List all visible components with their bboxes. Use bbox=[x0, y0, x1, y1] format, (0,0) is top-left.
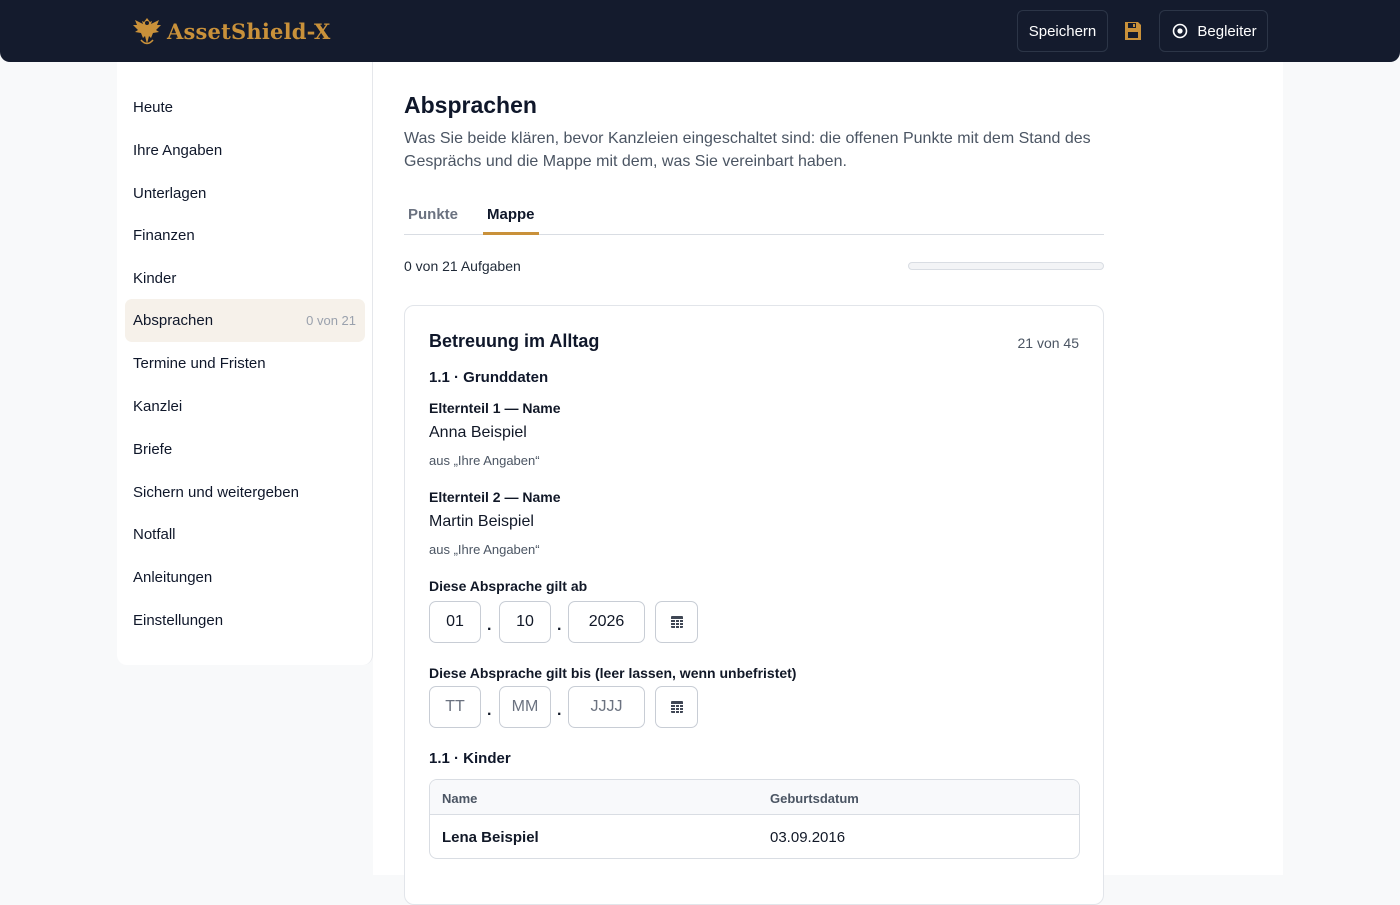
valid-until-calendar-button[interactable] bbox=[655, 686, 698, 728]
sidebar-item-label: Briefe bbox=[133, 441, 173, 458]
date-separator: . bbox=[487, 617, 492, 634]
page-title: Absprachen bbox=[404, 92, 537, 118]
sidebar-item-absprachen[interactable]: Absprachen 0 von 21 bbox=[125, 299, 365, 342]
sidebar-item-notfall[interactable]: Notfall bbox=[125, 513, 365, 556]
eagle-logo-icon bbox=[133, 18, 161, 45]
column-header-birthdate: Geburtsdatum bbox=[770, 791, 859, 806]
agreement-card: Betreuung im Alltag 21 von 45 1.1 · Grun… bbox=[404, 305, 1104, 905]
valid-from-day-input[interactable] bbox=[429, 601, 481, 643]
parent1-label: Elternteil 1 — Name bbox=[429, 400, 561, 416]
main-panel: Absprachen Was Sie beide klären, bevor K… bbox=[373, 62, 1283, 905]
valid-from-calendar-button[interactable] bbox=[655, 601, 698, 643]
date-separator: . bbox=[557, 617, 562, 634]
tab-bar: Punkte Mappe bbox=[404, 200, 1104, 235]
table-row[interactable]: Lena Beispiel 03.09.2016 bbox=[430, 815, 1079, 858]
sidebar-item-label: Termine und Fristen bbox=[133, 355, 266, 372]
sidebar-item-unterlagen[interactable]: Unterlagen bbox=[125, 172, 365, 215]
sidebar-item-einstellungen[interactable]: Einstellungen bbox=[125, 599, 365, 642]
top-bar: AssetShield-X Speichern Begleiter bbox=[0, 0, 1400, 62]
sidebar-item-label: Sichern und weitergeben bbox=[133, 484, 299, 501]
tab-mappe[interactable]: Mappe bbox=[483, 200, 539, 235]
brand-name: AssetShield-X bbox=[167, 18, 331, 44]
calendar-icon bbox=[670, 616, 683, 628]
child-birthdate-cell: 03.09.2016 bbox=[770, 829, 846, 846]
progress-bar bbox=[908, 262, 1104, 270]
sidebar-item-label: Unterlagen bbox=[133, 185, 207, 202]
parent1-value: Anna Beispiel bbox=[429, 424, 527, 441]
column-header-name: Name bbox=[442, 791, 478, 806]
sidebar-item-termine-und-fristen[interactable]: Termine und Fristen bbox=[125, 342, 365, 385]
parent1-source: aus „Ihre Angaben“ bbox=[429, 453, 540, 468]
sidebar-item-ihre-angaben[interactable]: Ihre Angaben bbox=[125, 129, 365, 172]
companion-button[interactable]: Begleiter bbox=[1159, 10, 1268, 52]
floppy-disk-icon[interactable] bbox=[1123, 20, 1143, 42]
section-heading-grunddaten: 1.1 · Grunddaten bbox=[429, 369, 549, 386]
table-header: Name Geburtsdatum bbox=[430, 780, 1079, 815]
valid-from-label: Diese Absprache gilt ab bbox=[429, 578, 588, 594]
tab-punkte[interactable]: Punkte bbox=[404, 200, 462, 235]
sidebar-item-label: Absprachen bbox=[133, 312, 214, 329]
sidebar-item-kinder[interactable]: Kinder bbox=[125, 257, 365, 300]
valid-until-label: Diese Absprache gilt bis (leer lassen, w… bbox=[429, 665, 797, 681]
sidebar-item-sichern-und-weitergeben[interactable]: Sichern und weitergeben bbox=[125, 471, 365, 514]
sidebar-item-label: Finanzen bbox=[133, 227, 195, 244]
valid-from-month-input[interactable] bbox=[499, 601, 551, 643]
page-description: Was Sie beide klären, bevor Kanzleien ei… bbox=[404, 130, 1091, 170]
save-button[interactable]: Speichern bbox=[1017, 10, 1108, 52]
sidebar-nav: Heute Ihre Angaben Unterlagen Finanzen K… bbox=[117, 62, 373, 665]
sidebar-item-label: Kanzlei bbox=[133, 398, 183, 415]
progress-label: 0 von 21 Aufgaben bbox=[404, 258, 521, 274]
valid-until-day-input[interactable] bbox=[429, 686, 481, 728]
parent2-label: Elternteil 2 — Name bbox=[429, 489, 561, 505]
target-circle-icon bbox=[1173, 23, 1188, 39]
kids-table: Name Geburtsdatum Lena Beispiel 03.09.20… bbox=[429, 779, 1080, 859]
sidebar-item-heute[interactable]: Heute bbox=[125, 86, 365, 129]
sidebar-item-label: Anleitungen bbox=[133, 569, 213, 586]
date-separator: . bbox=[557, 702, 562, 719]
companion-button-label: Begleiter bbox=[1197, 22, 1257, 40]
sidebar-item-label: Notfall bbox=[133, 526, 176, 543]
sidebar-item-anleitungen[interactable]: Anleitungen bbox=[125, 556, 365, 599]
section-heading-kinder: 1.1 · Kinder bbox=[429, 750, 511, 767]
save-button-label: Speichern bbox=[1028, 22, 1097, 40]
sidebar-item-label: Einstellungen bbox=[133, 612, 224, 629]
parent2-source: aus „Ihre Angaben“ bbox=[429, 542, 540, 557]
sidebar-item-count: 0 von 21 bbox=[306, 313, 356, 328]
sidebar-item-kanzlei[interactable]: Kanzlei bbox=[125, 385, 365, 428]
child-name-cell: Lena Beispiel bbox=[442, 829, 539, 846]
brand-logo[interactable]: AssetShield-X bbox=[131, 13, 331, 49]
valid-from-year-input[interactable] bbox=[568, 601, 645, 643]
card-title: Betreuung im Alltag bbox=[429, 331, 600, 351]
sidebar-item-finanzen[interactable]: Finanzen bbox=[125, 214, 365, 257]
date-separator: . bbox=[487, 702, 492, 719]
parent2-value: Martin Beispiel bbox=[429, 513, 534, 530]
calendar-icon bbox=[670, 701, 683, 713]
valid-until-month-input[interactable] bbox=[499, 686, 551, 728]
card-count: 21 von 45 bbox=[1017, 335, 1080, 351]
valid-until-year-input[interactable] bbox=[568, 686, 645, 728]
sidebar-item-label: Ihre Angaben bbox=[133, 142, 223, 159]
sidebar-item-label: Kinder bbox=[133, 270, 177, 287]
sidebar-item-briefe[interactable]: Briefe bbox=[125, 428, 365, 471]
sidebar-item-label: Heute bbox=[133, 99, 174, 116]
